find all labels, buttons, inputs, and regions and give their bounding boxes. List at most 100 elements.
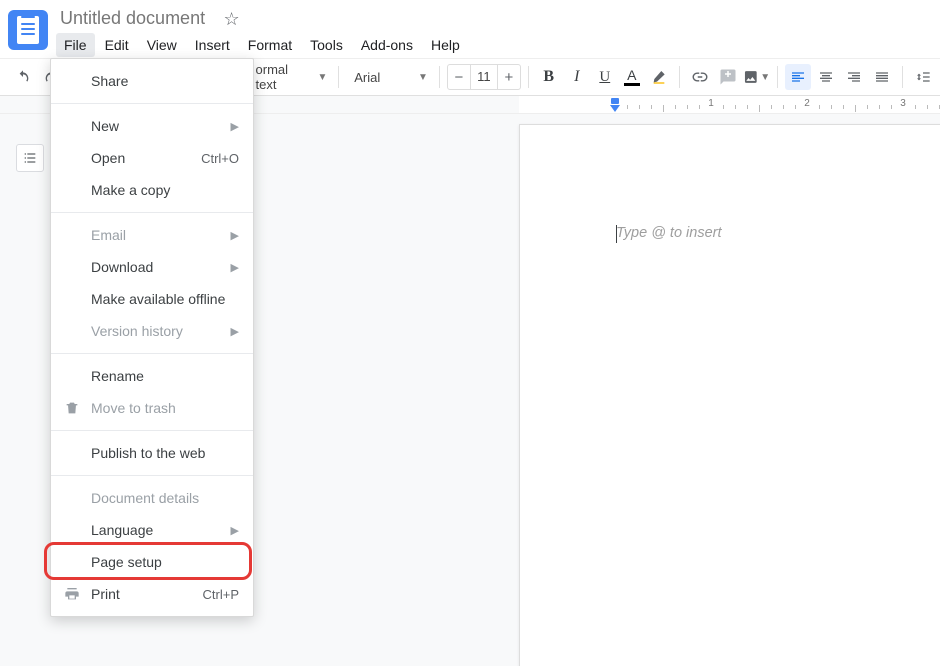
submenu-arrow-icon: ▶	[231, 325, 239, 338]
menu-separator	[51, 475, 253, 476]
menubar-item-edit[interactable]: Edit	[97, 33, 137, 57]
separator	[338, 66, 339, 88]
menu-item-new[interactable]: New ▶	[51, 110, 253, 142]
menu-item-publish[interactable]: Publish to the web	[51, 437, 253, 469]
ruler-tick	[783, 105, 784, 109]
font-family-dropdown[interactable]: Arial ▼	[346, 64, 432, 90]
star-icon[interactable]: ☆	[224, 9, 240, 30]
menu-item-version-history: Version history ▶	[51, 315, 253, 347]
horizontal-ruler[interactable]: 123	[519, 96, 940, 113]
submenu-arrow-icon: ▶	[231, 524, 239, 537]
menu-item-page-setup[interactable]: Page setup	[51, 546, 253, 578]
first-line-indent-marker[interactable]	[610, 105, 620, 112]
menu-item-label: Language	[91, 522, 153, 538]
menubar-item-view[interactable]: View	[139, 33, 185, 57]
ruler-number: 1	[708, 98, 714, 109]
ruler-tick	[687, 105, 688, 109]
font-size-decrease-button[interactable]: −	[448, 65, 470, 89]
paragraph-style-value: ormal text	[256, 62, 310, 92]
ruler-tick	[759, 105, 760, 112]
menu-item-label: Make available offline	[91, 291, 225, 307]
align-left-button[interactable]	[785, 64, 811, 90]
menu-item-print[interactable]: PrintCtrl+P	[51, 578, 253, 610]
highlight-color-button[interactable]	[646, 64, 672, 90]
add-comment-button[interactable]	[715, 64, 741, 90]
menu-item-label: Document details	[91, 490, 199, 506]
paragraph-style-dropdown[interactable]: ormal text ▼	[248, 64, 332, 90]
menubar-item-help[interactable]: Help	[423, 33, 468, 57]
menu-item-label: Download	[91, 259, 153, 275]
ruler-tick	[843, 105, 844, 109]
menubar-item-add-ons[interactable]: Add-ons	[353, 33, 421, 57]
menubar-item-tools[interactable]: Tools	[302, 33, 351, 57]
ruler-tick	[651, 105, 652, 109]
docs-logo-glyph	[17, 16, 39, 44]
ruler-tick	[771, 105, 772, 109]
menu-item-label: Publish to the web	[91, 445, 205, 461]
menu-item-open[interactable]: OpenCtrl+O	[51, 142, 253, 174]
underline-button[interactable]: U	[592, 64, 618, 90]
docs-logo[interactable]	[8, 10, 48, 50]
document-outline-button[interactable]	[16, 144, 44, 172]
insert-image-button[interactable]: ▼	[743, 64, 771, 90]
font-size-value[interactable]: 11	[470, 65, 498, 89]
menu-item-download[interactable]: Download ▶	[51, 251, 253, 283]
chevron-down-icon: ▼	[317, 72, 327, 83]
undo-button[interactable]	[10, 64, 36, 90]
menu-item-language[interactable]: Language ▶	[51, 514, 253, 546]
ruler-tick	[927, 105, 928, 109]
menu-item-label: Email	[91, 227, 126, 243]
menu-separator	[51, 353, 253, 354]
menu-item-offline[interactable]: Make available offline	[51, 283, 253, 315]
chevron-down-icon: ▼	[760, 72, 770, 83]
ruler-tick	[699, 105, 700, 109]
menu-item-label: New	[91, 118, 119, 134]
file-menu: ShareNew▶OpenCtrl+OMake a copyEmail▶Down…	[50, 58, 254, 617]
menubar-item-insert[interactable]: Insert	[187, 33, 238, 57]
ruler-tick	[891, 105, 892, 109]
document-page[interactable]: Type @ to insert	[519, 124, 940, 666]
menu-item-label: Page setup	[91, 554, 162, 570]
separator	[528, 66, 529, 88]
text-color-swatch	[624, 83, 640, 86]
menubar-item-format[interactable]: Format	[240, 33, 300, 57]
menu-item-share[interactable]: Share	[51, 65, 253, 97]
separator	[439, 66, 440, 88]
print-icon	[63, 585, 81, 603]
ruler-scale: 123	[615, 96, 940, 113]
menu-separator	[51, 430, 253, 431]
menu-item-make-copy[interactable]: Make a copy	[51, 174, 253, 206]
insert-link-button[interactable]	[687, 64, 713, 90]
chevron-down-icon: ▼	[418, 72, 428, 83]
align-center-button[interactable]	[813, 64, 839, 90]
menubar-item-file[interactable]: File	[56, 33, 95, 57]
trash-icon	[63, 399, 81, 417]
menu-item-rename[interactable]: Rename	[51, 360, 253, 392]
submenu-arrow-icon: ▶	[231, 120, 239, 133]
menu-item-label: Rename	[91, 368, 144, 384]
left-indent-marker[interactable]	[611, 98, 619, 104]
menu-item-label: Make a copy	[91, 182, 170, 198]
font-size-group: − 11 +	[447, 64, 521, 90]
toolbar-overflow-fade	[932, 59, 940, 95]
ruler-tick	[831, 105, 832, 109]
ruler-tick	[879, 105, 880, 109]
menu-item-email: Email ▶	[51, 219, 253, 251]
document-title[interactable]: Untitled document	[56, 6, 209, 31]
submenu-arrow-icon: ▶	[231, 261, 239, 274]
text-color-button[interactable]: A	[620, 64, 644, 90]
menu-item-details: Document details	[51, 482, 253, 514]
italic-button[interactable]: I	[564, 64, 590, 90]
ruler-tick	[795, 105, 796, 109]
bold-button[interactable]: B	[536, 64, 562, 90]
ruler-tick	[855, 105, 856, 112]
font-size-increase-button[interactable]: +	[498, 65, 520, 89]
menu-item-label: Print	[91, 586, 120, 602]
align-right-button[interactable]	[841, 64, 867, 90]
ruler-tick	[915, 105, 916, 109]
ruler-tick	[819, 105, 820, 109]
submenu-arrow-icon: ▶	[231, 229, 239, 242]
align-justify-button[interactable]	[869, 64, 895, 90]
text-color-letter: A	[627, 68, 636, 82]
menu-item-label: Version history	[91, 323, 183, 339]
